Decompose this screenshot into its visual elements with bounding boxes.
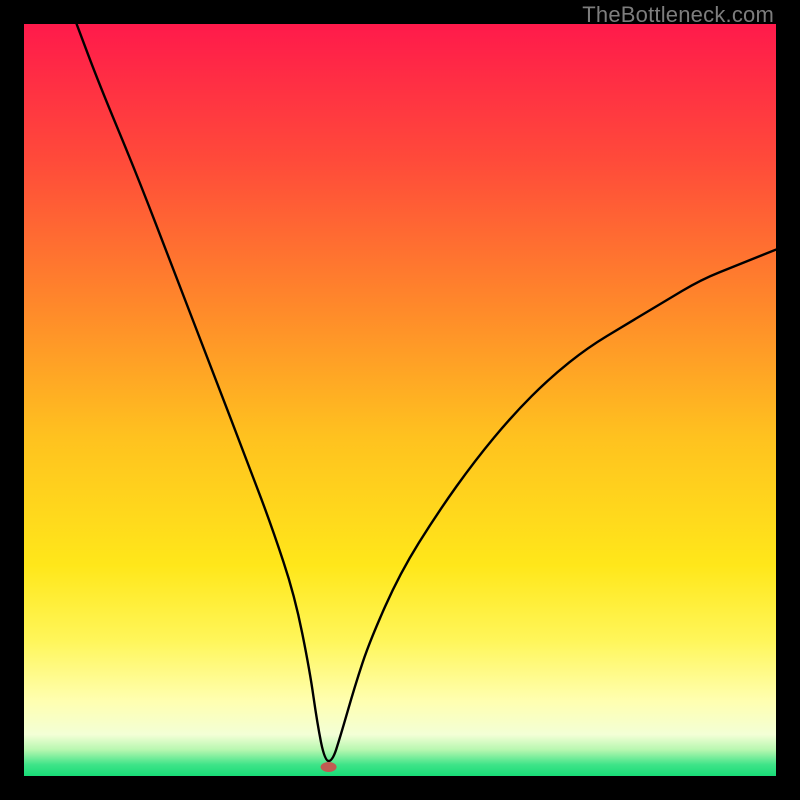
minimum-marker bbox=[321, 762, 337, 772]
chart-frame bbox=[24, 24, 776, 776]
bottleneck-chart bbox=[24, 24, 776, 776]
gradient-background bbox=[24, 24, 776, 776]
